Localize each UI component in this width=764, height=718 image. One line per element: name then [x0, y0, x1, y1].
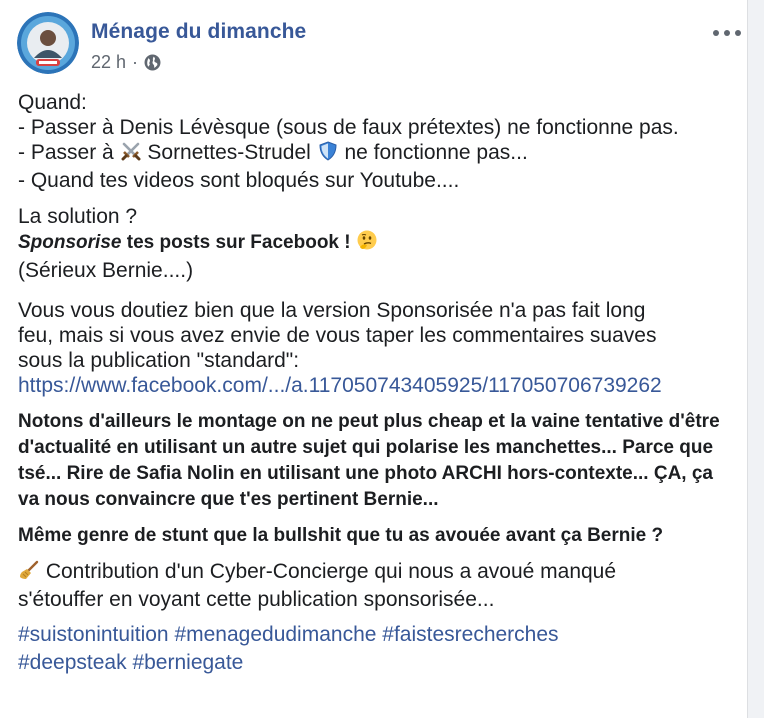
paragraph-line: Contribution d'un Cyber-Concierge qui no…	[18, 559, 738, 587]
bold-line: Même genre de stunt que la bullshit que …	[18, 525, 664, 546]
bold-line: Notons d'ailleurs le montage on ne peut …	[18, 411, 720, 432]
more-options-button[interactable]	[711, 24, 743, 42]
solution-line: La solution ?	[18, 205, 138, 228]
emphasis-text: Sponsorise	[18, 232, 122, 253]
hashtag-link[interactable]: #deepsteak	[18, 651, 127, 674]
intro-line: - Quand tes videos sont bloqués sur Yout…	[18, 169, 460, 192]
solution-line: Sponsorise tes posts sur Facebook !	[18, 229, 738, 258]
paragraph-line: sous la publication "standard":	[18, 349, 300, 372]
paragraph-meme-genre: Même genre de stunt que la bullshit que …	[18, 523, 738, 549]
post-meta: 22 h ·	[91, 52, 161, 73]
dot-icon	[724, 30, 730, 36]
meta-separator: ·	[132, 52, 139, 72]
intro-text: - Passer à	[18, 141, 120, 164]
paragraph-line: https://www.facebook.com/.../a.117050743…	[18, 373, 738, 398]
intro-block: Quand: - Passer à Denis Lévèsque (sous d…	[18, 90, 738, 193]
bold-line: d'actualité en utilisant un autre sujet …	[18, 437, 714, 458]
avatar-image	[17, 12, 79, 74]
paragraph-line: Vous vous doutiez bien que la version Sp…	[18, 299, 646, 322]
hashtag-line: #deepsteak #berniegate	[18, 650, 738, 675]
intro-line: - Passer à Denis Lévèsque (sous de faux …	[18, 116, 679, 139]
bold-line: tsé... Rire de Safia Nolin en utilisant …	[18, 463, 714, 484]
hashtags-block: #suistonintuition #menagedudimanche #fai…	[18, 622, 738, 675]
hashtag-line: #suistonintuition #menagedudimanche #fai…	[18, 622, 738, 647]
bold-line: va nous convaincre que t'es pertinent Be…	[18, 489, 439, 510]
post-timestamp[interactable]: 22 h	[91, 52, 126, 73]
solution-block: La solution ? Sponsorise tes posts sur F…	[18, 204, 738, 283]
hashtag-link[interactable]: #menagedudimanche	[174, 623, 376, 646]
paragraph-line: feu, mais si vous avez envie de vous tap…	[18, 324, 657, 347]
broom-icon	[18, 559, 40, 587]
hashtag-link[interactable]: #berniegate	[132, 651, 243, 674]
globe-icon[interactable]	[144, 54, 161, 71]
post-body: Quand: - Passer à Denis Lévèsque (sous d…	[18, 90, 738, 675]
shield-icon	[317, 140, 339, 168]
facebook-post: Ménage du dimanche 22 h · Quand: - Passe…	[0, 0, 748, 718]
paragraph-notons: Notons d'ailleurs le montage on ne peut …	[18, 409, 738, 513]
thinking-face-icon	[356, 229, 378, 258]
paragraph-contribution: Contribution d'un Cyber-Concierge qui no…	[18, 559, 738, 612]
paragraph-text: Contribution d'un Cyber-Concierge qui no…	[40, 560, 617, 583]
crossed-swords-icon	[120, 140, 142, 168]
page-name-link[interactable]: Ménage du dimanche	[91, 20, 306, 44]
post-header: Ménage du dimanche 22 h ·	[17, 12, 747, 76]
hashtag-link[interactable]: #faistesrecherches	[382, 623, 558, 646]
dot-icon	[735, 30, 741, 36]
intro-line: Quand:	[18, 91, 87, 114]
paragraph-sponsorisee: Vous vous doutiez bien que la version Sp…	[18, 298, 738, 398]
solution-line: (Sérieux Bernie....)	[18, 259, 194, 282]
facebook-album-link[interactable]: https://www.facebook.com/.../a.117050743…	[18, 374, 662, 397]
page-avatar[interactable]	[17, 12, 79, 74]
paragraph-line: s'étouffer en voyant cette publication s…	[18, 588, 495, 611]
solution-text: tes posts sur Facebook !	[121, 232, 356, 253]
intro-line: - Passer à Sornettes-Strudel ne fonction…	[18, 140, 738, 168]
intro-text: Sornettes-Strudel	[141, 141, 317, 164]
hashtag-link[interactable]: #suistonintuition	[18, 623, 169, 646]
intro-text: ne fonctionne pas...	[338, 141, 528, 164]
dot-icon	[713, 30, 719, 36]
